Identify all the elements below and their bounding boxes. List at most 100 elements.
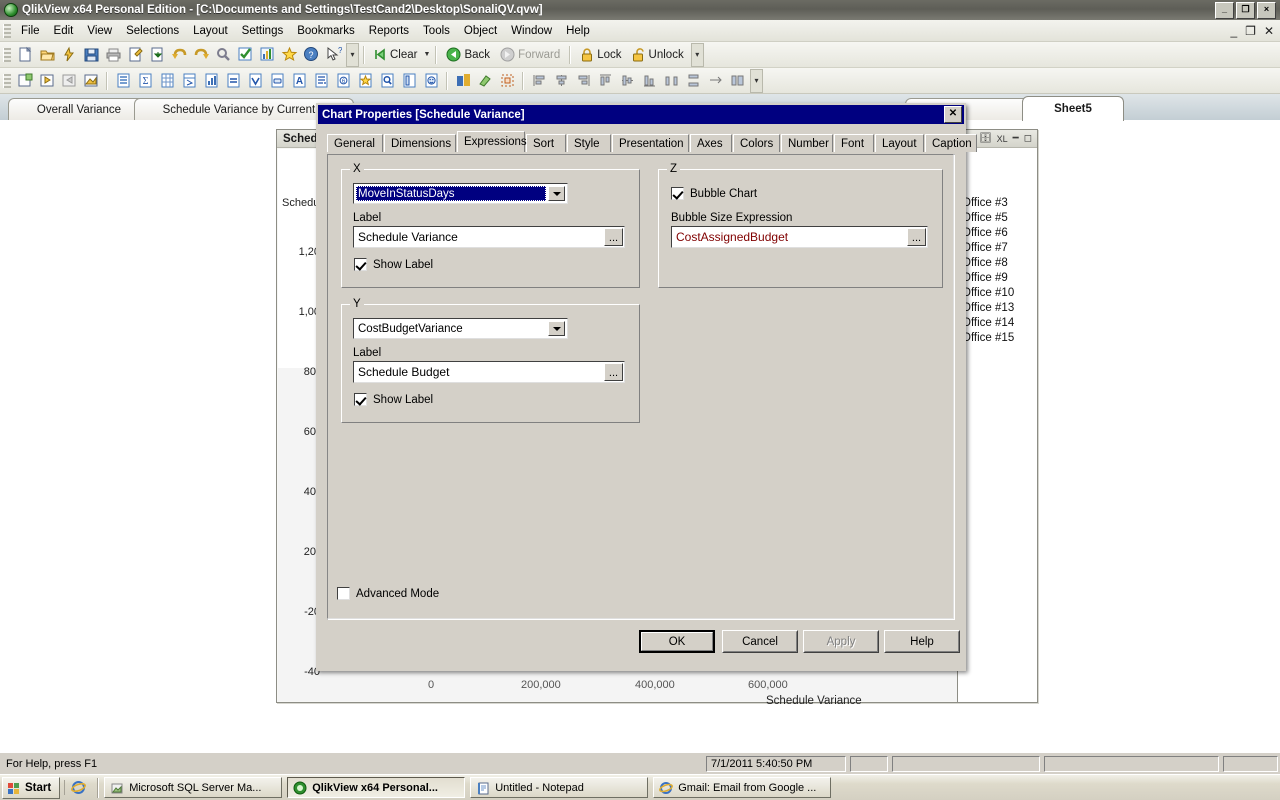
tab-presentation[interactable]: Presentation (612, 134, 689, 152)
menu-drag-handle[interactable] (3, 23, 11, 38)
export-icon[interactable] (146, 44, 168, 65)
align-middle-icon[interactable] (616, 70, 638, 91)
list-item[interactable]: Office #9 (958, 271, 1037, 286)
list-item[interactable]: Office #15 (958, 331, 1037, 346)
lock-button[interactable]: Lock (575, 44, 626, 65)
custom-object-icon[interactable] (420, 70, 442, 91)
list-item[interactable]: Office #10 (958, 286, 1037, 301)
list-item[interactable]: Office #13 (958, 301, 1037, 316)
current-selections-icon[interactable] (234, 44, 256, 65)
print-icon[interactable] (102, 44, 124, 65)
distribute-vertical-icon[interactable] (682, 70, 704, 91)
doc-close-icon[interactable]: ✕ (1264, 24, 1274, 38)
container-object-icon[interactable] (398, 70, 420, 91)
taskbar-button-qlikview[interactable]: QlikView x64 Personal... (287, 777, 466, 798)
tab-caption[interactable]: Caption (925, 134, 977, 152)
menu-item-selections[interactable]: Selections (119, 23, 186, 39)
reload-icon[interactable] (58, 44, 80, 65)
y-label-ellipsis-button[interactable]: ... (604, 363, 623, 381)
minimize-listbox-icon[interactable]: ━ (1013, 133, 1019, 144)
sheet-tab-sheet5[interactable]: Sheet5 (1022, 96, 1124, 121)
previous-sheet-icon[interactable] (36, 70, 58, 91)
save-icon[interactable] (80, 44, 102, 65)
taskbar-button-gmail[interactable]: Gmail: Email from Google ... (653, 777, 832, 798)
tab-number[interactable]: Number (781, 134, 833, 152)
align-center-icon[interactable] (550, 70, 572, 91)
tab-axes[interactable]: Axes (690, 134, 732, 152)
search-object-icon[interactable] (376, 70, 398, 91)
menu-item-edit[interactable]: Edit (47, 23, 81, 39)
format-painter-icon[interactable] (474, 70, 496, 91)
list-box-icon[interactable] (112, 70, 134, 91)
tab-font[interactable]: Font (834, 134, 874, 152)
align-bottom-icon[interactable] (638, 70, 660, 91)
text-object-icon[interactable]: A (288, 70, 310, 91)
cancel-button[interactable]: Cancel (722, 630, 798, 653)
start-button[interactable]: Start (2, 776, 61, 799)
align-left-icon[interactable] (528, 70, 550, 91)
favorites-star-icon[interactable] (278, 44, 300, 65)
tab-general[interactable]: General (327, 134, 383, 152)
xl-icon[interactable]: XL (997, 134, 1008, 144)
menu-item-object[interactable]: Object (457, 23, 504, 39)
next-sheet-icon[interactable] (58, 70, 80, 91)
table-box-icon[interactable] (178, 70, 200, 91)
menu-item-layout[interactable]: Layout (186, 23, 235, 39)
bookmark-object-icon[interactable] (354, 70, 376, 91)
sheet-properties-icon[interactable] (80, 70, 102, 91)
y-expression-dropdown[interactable]: CostBudgetVariance (353, 318, 568, 339)
bar-chart-icon[interactable] (200, 70, 222, 91)
undo-icon[interactable] (168, 44, 190, 65)
line-arrow-object-icon[interactable] (310, 70, 332, 91)
list-item[interactable]: Office #3 (958, 196, 1037, 211)
sheet-tab-overall-variance[interactable]: Overall Variance (8, 98, 150, 121)
statistics-box-icon[interactable]: Σ (134, 70, 156, 91)
minimize-icon[interactable]: _ (1215, 1, 1234, 19)
tab-expressions[interactable]: Expressions (457, 131, 527, 152)
list-item[interactable]: Office #7 (958, 241, 1037, 256)
tab-style[interactable]: Style (567, 134, 611, 152)
x-show-label-checkbox[interactable]: Show Label (354, 258, 433, 271)
design-grid-icon[interactable] (452, 70, 474, 91)
align-top-icon[interactable] (594, 70, 616, 91)
space-across-icon[interactable] (704, 70, 726, 91)
menu-item-help[interactable]: Help (559, 23, 597, 39)
taskbar-button-notepad[interactable]: Untitled - Notepad (470, 777, 649, 798)
open-document-icon[interactable] (36, 44, 58, 65)
menu-item-tools[interactable]: Tools (416, 23, 457, 39)
dialog-close-icon[interactable]: ✕ (944, 106, 962, 123)
clear-chevron-down-icon[interactable]: ▼ (422, 44, 431, 65)
checkbox-icon[interactable] (354, 393, 367, 406)
help-button[interactable]: Help (884, 630, 960, 653)
list-box-office[interactable]: 🗄 XL ━ ◻ Office #3 Office #5 Office #6 O… (957, 129, 1038, 703)
toolbar-overflow-button[interactable]: ▾ (346, 42, 359, 67)
grid-toggle-icon[interactable] (496, 70, 518, 91)
clear-button[interactable]: Clear (369, 44, 422, 65)
checkbox-icon[interactable] (354, 258, 367, 271)
bubble-size-ellipsis-button[interactable]: ... (907, 228, 926, 246)
distribute-horizontal-icon[interactable] (660, 70, 682, 91)
menu-item-reports[interactable]: Reports (362, 23, 416, 39)
doc-restore-icon[interactable]: ❐ (1245, 24, 1256, 38)
bubble-size-expression-input[interactable]: CostAssignedBudget ... (671, 226, 928, 248)
restore-icon[interactable]: ❐ (1236, 1, 1255, 19)
print-preview-icon[interactable] (124, 44, 146, 65)
button-object-icon[interactable] (266, 70, 288, 91)
ok-button[interactable]: OK (639, 630, 715, 653)
back-button[interactable]: Back (441, 44, 495, 65)
slider-calendar-icon[interactable]: 6 (332, 70, 354, 91)
tab-colors[interactable]: Colors (733, 134, 780, 152)
tab-dimensions[interactable]: Dimensions (384, 134, 456, 152)
new-document-icon[interactable] (14, 44, 36, 65)
chevron-down-icon[interactable] (548, 321, 565, 336)
input-box-icon[interactable] (222, 70, 244, 91)
multi-box-icon[interactable] (156, 70, 178, 91)
tab-sort[interactable]: Sort (526, 134, 566, 152)
tab-layout[interactable]: Layout (875, 134, 924, 152)
design-toolbar-overflow-button[interactable]: ▾ (750, 68, 763, 93)
menu-item-file[interactable]: File (14, 23, 47, 39)
menu-item-bookmarks[interactable]: Bookmarks (290, 23, 362, 39)
checkbox-icon[interactable] (337, 587, 350, 600)
y-label-input[interactable]: Schedule Budget ... (353, 361, 625, 383)
current-selections-box-icon[interactable] (244, 70, 266, 91)
